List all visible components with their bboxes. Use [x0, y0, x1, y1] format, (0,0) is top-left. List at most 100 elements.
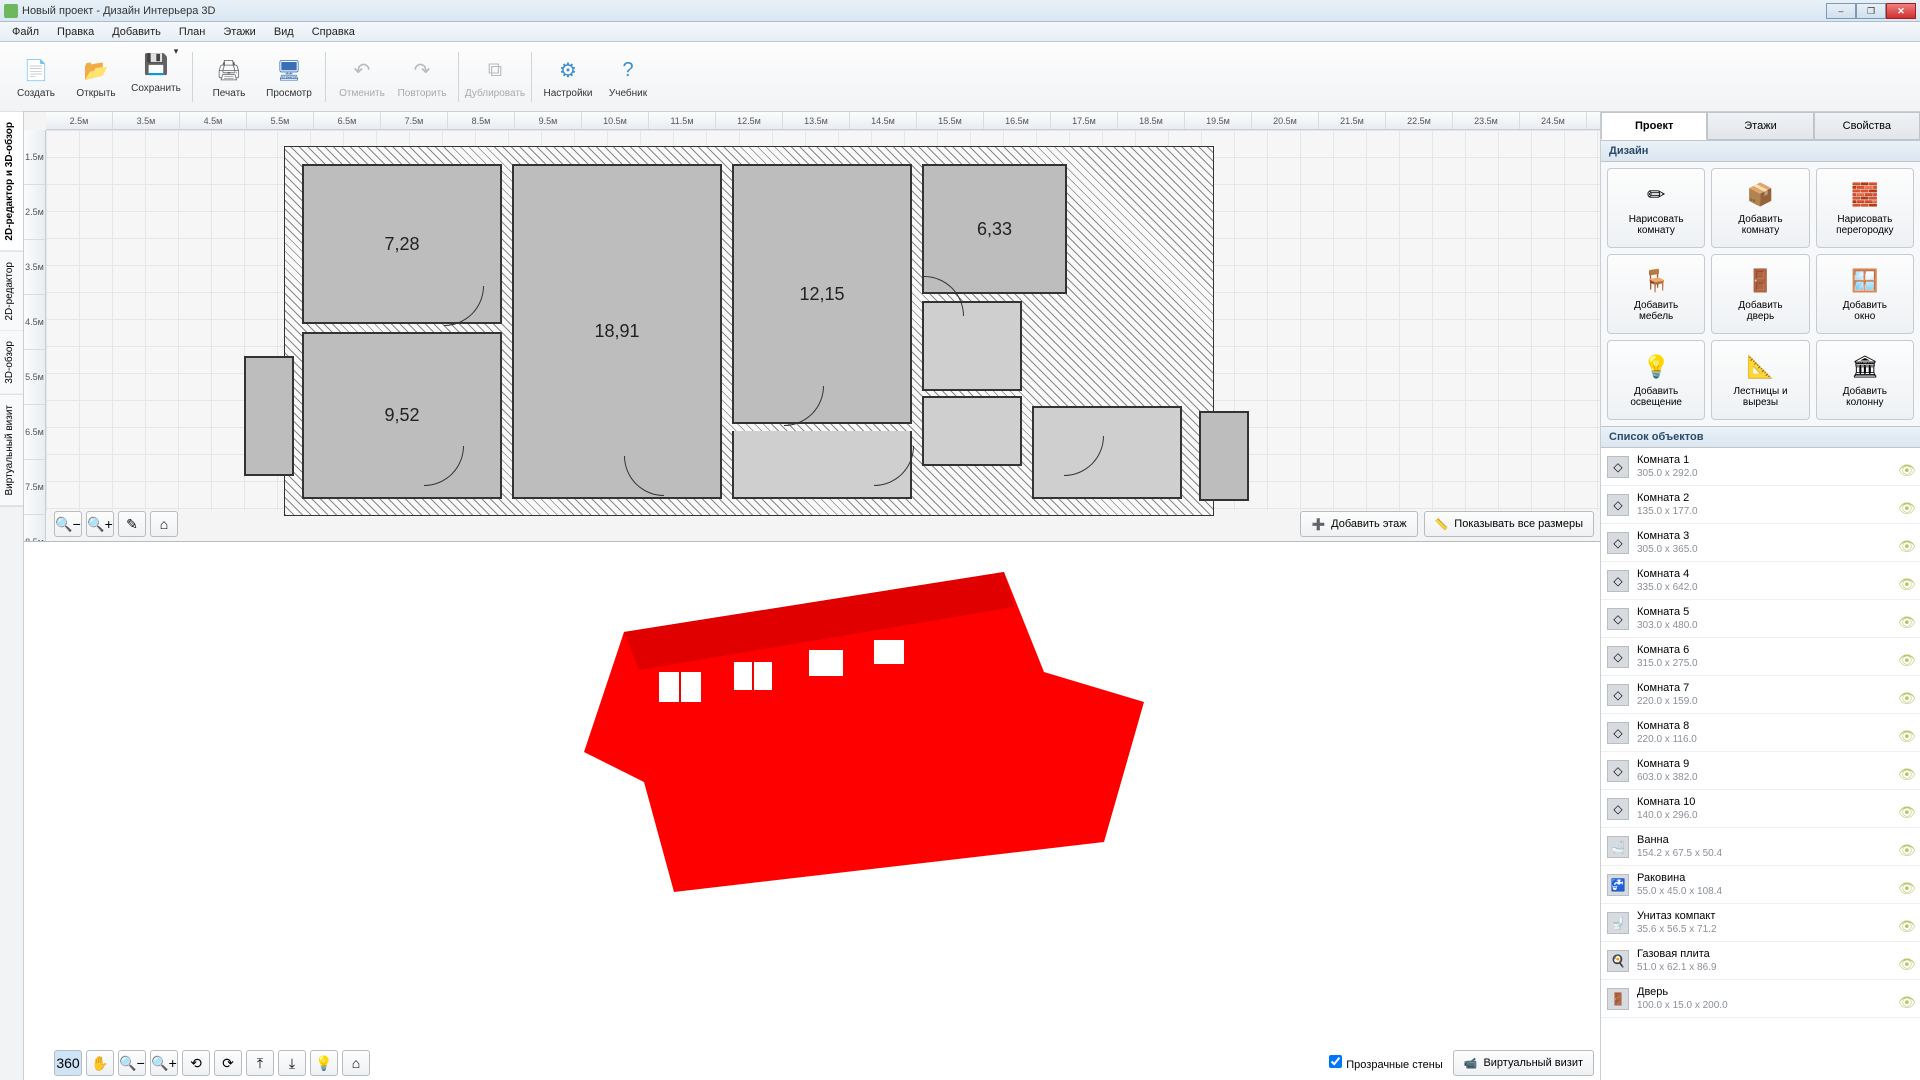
visibility-icon[interactable]: 👁 — [1898, 842, 1914, 852]
floor-plan[interactable]: 7,28 18,91 12,15 6,33 9,52 — [284, 146, 1214, 516]
object-row[interactable]: 🚰Раковина55.0 x 45.0 x 108.4👁 — [1601, 866, 1920, 904]
room-5[interactable]: 9,52 — [302, 332, 502, 499]
light-icon[interactable]: 💡 — [310, 1050, 338, 1076]
visibility-icon[interactable]: 👁 — [1898, 538, 1914, 548]
design-tool[interactable]: 💡Добавитьосвещение — [1607, 340, 1705, 420]
Просмотр-icon: 🖥 — [273, 54, 305, 86]
chevron-down-icon[interactable]: ▾ — [174, 46, 179, 57]
toolbar-Сохранить[interactable]: 💾Сохранить▾ — [126, 47, 186, 107]
object-list[interactable]: ◇Комната 1305.0 x 292.0👁◇Комната 2135.0 … — [1601, 448, 1920, 1080]
menu-Добавить[interactable]: Добавить — [104, 24, 169, 40]
pan-icon[interactable]: ✋ — [86, 1050, 114, 1076]
object-row[interactable]: ◇Комната 8220.0 x 116.0👁 — [1601, 714, 1920, 752]
object-row[interactable]: 🛁Ванна154.2 x 67.5 x 50.4👁 — [1601, 828, 1920, 866]
zoom-out-icon[interactable]: 🔍− — [118, 1050, 146, 1076]
design-tool[interactable]: 🚪Добавитьдверь — [1711, 254, 1809, 334]
balcony-left[interactable] — [244, 356, 294, 476]
right-tab-Этажи[interactable]: Этажи — [1707, 112, 1813, 140]
room-small-3[interactable] — [1032, 406, 1182, 499]
view-tab[interactable]: Виртуальный визит — [0, 395, 23, 507]
zoom-in-icon[interactable]: 🔍+ — [86, 511, 114, 537]
canvas-3d[interactable]: 360 ✋ 🔍− 🔍+ ⟲ ⟳ ⤒ ⤓ 💡 ⌂ Прозрачные стены… — [24, 542, 1600, 1080]
add-floor-button[interactable]: ➕ Добавить этаж — [1300, 511, 1417, 537]
Создать-icon: 📄 — [20, 54, 52, 86]
titlebar: Новый проект - Дизайн Интерьера 3D – ❐ ✕ — [0, 0, 1920, 22]
toolbar-Создать[interactable]: 📄Создать — [6, 47, 66, 107]
visibility-icon[interactable]: 👁 — [1898, 880, 1914, 890]
toolbar-Учебник[interactable]: ?Учебник — [598, 47, 658, 107]
rotate-right-icon[interactable]: ⟳ — [214, 1050, 242, 1076]
tool-icon: 🧱 — [1850, 180, 1880, 210]
rotate-left-icon[interactable]: ⟲ — [182, 1050, 210, 1076]
visibility-icon[interactable]: 👁 — [1898, 576, 1914, 586]
object-row[interactable]: 🚪Дверь100.0 x 15.0 x 200.0👁 — [1601, 980, 1920, 1018]
visibility-icon[interactable]: 👁 — [1898, 728, 1914, 738]
show-all-dims-button[interactable]: 📏 Показывать все размеры — [1424, 511, 1594, 537]
toolbar-Печать[interactable]: 🖨Печать — [199, 47, 259, 107]
design-tool[interactable]: 🧱Нарисоватьперегородку — [1816, 168, 1914, 248]
menu-Правка[interactable]: Правка — [49, 24, 102, 40]
object-row[interactable]: 🍳Газовая плита51.0 x 62.1 x 86.9👁 — [1601, 942, 1920, 980]
visibility-icon[interactable]: 👁 — [1898, 918, 1914, 928]
menu-Справка[interactable]: Справка — [304, 24, 363, 40]
visibility-icon[interactable]: 👁 — [1898, 652, 1914, 662]
object-icon: ◇ — [1607, 722, 1629, 744]
design-tool[interactable]: 📦Добавитькомнату — [1711, 168, 1809, 248]
object-row[interactable]: 🚽Унитаз компакт35.6 x 56.5 x 71.2👁 — [1601, 904, 1920, 942]
design-tool[interactable]: 📐Лестницы ивырезы — [1711, 340, 1809, 420]
tool-icon: 🚪 — [1745, 266, 1775, 296]
object-row[interactable]: ◇Комната 3305.0 x 365.0👁 — [1601, 524, 1920, 562]
design-tool[interactable]: 🏛Добавитьколонну — [1816, 340, 1914, 420]
home-icon[interactable]: ⌂ — [150, 511, 178, 537]
object-row[interactable]: ◇Комната 4335.0 x 642.0👁 — [1601, 562, 1920, 600]
right-tab-Проект[interactable]: Проект — [1601, 112, 1707, 140]
object-row[interactable]: ◇Комната 5303.0 x 480.0👁 — [1601, 600, 1920, 638]
right-tab-Свойства[interactable]: Свойства — [1814, 112, 1920, 140]
object-row[interactable]: ◇Комната 1305.0 x 292.0👁 — [1601, 448, 1920, 486]
menu-Вид[interactable]: Вид — [266, 24, 302, 40]
visibility-icon[interactable]: 👁 — [1898, 500, 1914, 510]
room-2[interactable]: 18,91 — [512, 164, 722, 499]
object-row[interactable]: ◇Комната 10140.0 x 296.0👁 — [1601, 790, 1920, 828]
tilt-up-icon[interactable]: ⤒ — [246, 1050, 274, 1076]
zoom-in-icon[interactable]: 🔍+ — [150, 1050, 178, 1076]
toolbar-Настройки[interactable]: ⚙Настройки — [538, 47, 598, 107]
home-icon[interactable]: ⌂ — [342, 1050, 370, 1076]
minimize-button[interactable]: – — [1826, 3, 1856, 19]
visibility-icon[interactable]: 👁 — [1898, 804, 1914, 814]
design-tool[interactable]: ✏Нарисоватькомнату — [1607, 168, 1705, 248]
room-4[interactable]: 6,33 — [922, 164, 1067, 294]
edit-icon[interactable]: ✎ — [118, 511, 146, 537]
tilt-down-icon[interactable]: ⤓ — [278, 1050, 306, 1076]
room-3[interactable]: 12,15 — [732, 164, 912, 424]
transparent-walls-checkbox[interactable]: Прозрачные стены — [1329, 1055, 1442, 1071]
menu-Файл[interactable]: Файл — [4, 24, 47, 40]
toolbar-Открыть[interactable]: 📂Открыть — [66, 47, 126, 107]
object-row[interactable]: ◇Комната 9603.0 x 382.0👁 — [1601, 752, 1920, 790]
zoom-out-icon[interactable]: 🔍− — [54, 511, 82, 537]
view-360-icon[interactable]: 360 — [54, 1050, 82, 1076]
design-tool[interactable]: 🪑Добавитьмебель — [1607, 254, 1705, 334]
object-row[interactable]: ◇Комната 2135.0 x 177.0👁 — [1601, 486, 1920, 524]
design-tool[interactable]: 🪟Добавитьокно — [1816, 254, 1914, 334]
visibility-icon[interactable]: 👁 — [1898, 462, 1914, 472]
view-tab[interactable]: 2D-редактор — [0, 252, 23, 332]
maximize-button[interactable]: ❐ — [1856, 3, 1886, 19]
view-tab[interactable]: 2D-редактор и 3D-обзор — [0, 112, 23, 252]
visibility-icon[interactable]: 👁 — [1898, 956, 1914, 966]
virtual-visit-button[interactable]: 📹 Виртуальный визит — [1453, 1050, 1594, 1076]
object-row[interactable]: ◇Комната 6315.0 x 275.0👁 — [1601, 638, 1920, 676]
close-button[interactable]: ✕ — [1886, 3, 1916, 19]
visibility-icon[interactable]: 👁 — [1898, 994, 1914, 1004]
visibility-icon[interactable]: 👁 — [1898, 614, 1914, 624]
balcony-right[interactable] — [1199, 411, 1249, 501]
object-row[interactable]: ◇Комната 7220.0 x 159.0👁 — [1601, 676, 1920, 714]
room-small-2[interactable] — [922, 396, 1022, 466]
menu-План[interactable]: План — [171, 24, 214, 40]
toolbar-Просмотр[interactable]: 🖥Просмотр — [259, 47, 319, 107]
canvas-2d[interactable]: 2.5м3.5м4.5м5.5м6.5м7.5м8.5м9.5м10.5м11.… — [24, 112, 1600, 542]
menu-Этажи[interactable]: Этажи — [215, 24, 263, 40]
view-tab[interactable]: 3D-обзор — [0, 331, 23, 395]
visibility-icon[interactable]: 👁 — [1898, 766, 1914, 776]
visibility-icon[interactable]: 👁 — [1898, 690, 1914, 700]
